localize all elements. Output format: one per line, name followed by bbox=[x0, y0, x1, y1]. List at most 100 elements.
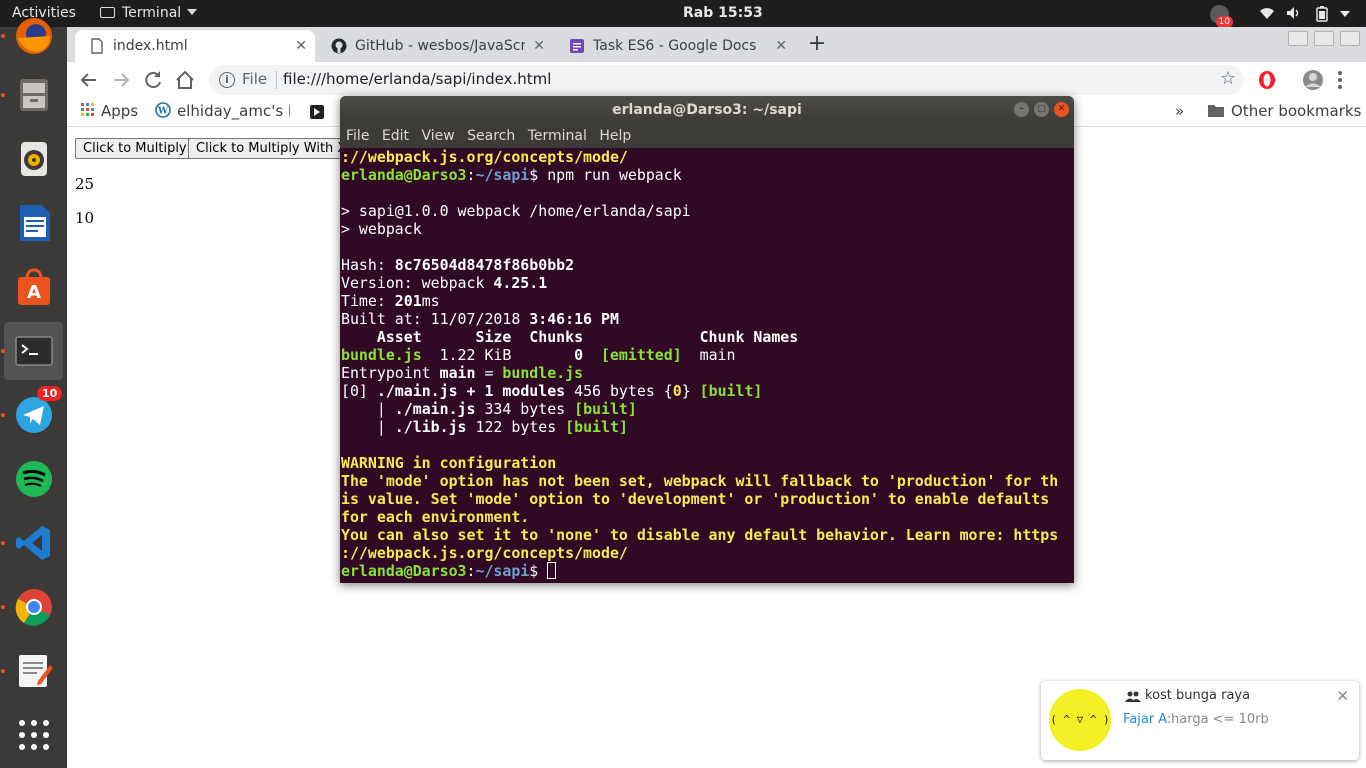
dock-telegram[interactable]: 10 bbox=[1, 386, 63, 444]
system-menu-chevron-icon[interactable] bbox=[1340, 11, 1350, 17]
menu-icon[interactable] bbox=[1337, 69, 1343, 91]
spotify-icon bbox=[16, 461, 52, 497]
dock-files[interactable] bbox=[1, 66, 63, 124]
dock-text-editor[interactable] bbox=[1, 642, 63, 700]
notification-title: kost bunga raya bbox=[1145, 688, 1251, 703]
address-bar[interactable]: i File file:///home/erlanda/sapi/index.h… bbox=[209, 65, 1244, 95]
warning-line: is value. Set 'mode' option to 'developm… bbox=[341, 490, 1050, 508]
clock[interactable]: Rab 15:53 bbox=[683, 0, 763, 27]
close-tab-icon[interactable]: ✕ bbox=[533, 30, 545, 62]
bookmark-apps[interactable]: Apps bbox=[81, 102, 138, 120]
dock-firefox[interactable] bbox=[1, 7, 63, 65]
running-indicator bbox=[1, 413, 5, 417]
bookmark-icon[interactable] bbox=[310, 105, 324, 119]
forward-icon[interactable] bbox=[109, 68, 133, 92]
terminal-icon bbox=[15, 336, 53, 366]
new-tab-button[interactable]: + bbox=[805, 30, 829, 58]
warning-line: You can also set it to 'none' to disable… bbox=[341, 526, 1059, 544]
scheme-label: File bbox=[242, 70, 268, 88]
running-indicator bbox=[1, 669, 5, 673]
notification-popup[interactable]: ( ^ ▽ ^ ) kost bunga raya Fajar A: harga… bbox=[1041, 681, 1359, 760]
svg-text:A: A bbox=[27, 282, 41, 303]
terminal-window[interactable]: erlanda@Darso3: ~/sapi – □ ✕ File Edit V… bbox=[340, 96, 1074, 583]
asset-size: 1.22 KiB bbox=[421, 346, 575, 364]
tab-index-html[interactable]: index.html ✕ bbox=[75, 30, 315, 62]
tab-google-docs[interactable]: Task ES6 - Google Docs ✕ bbox=[555, 30, 795, 62]
entry-eq: = bbox=[475, 364, 503, 382]
time-value: 201 bbox=[394, 292, 422, 310]
multiply-button[interactable]: Click to Multiply bbox=[75, 138, 195, 159]
terminal-line: Time: 201ms bbox=[341, 292, 1071, 310]
profile-avatar-icon[interactable] bbox=[1302, 69, 1324, 91]
terminal-output[interactable]: ://webpack.js.org/concepts/mode/erlanda@… bbox=[341, 148, 1071, 583]
battery-icon[interactable] bbox=[1316, 6, 1328, 22]
telegram-badge: 10 bbox=[37, 386, 63, 401]
opera-extension-icon[interactable] bbox=[1257, 70, 1277, 90]
back-icon[interactable] bbox=[77, 68, 101, 92]
page-icon bbox=[91, 38, 103, 54]
built-tag: [built] bbox=[574, 400, 637, 418]
app-menu[interactable]: Terminal bbox=[100, 0, 198, 27]
dock-rhythmbox[interactable] bbox=[4, 130, 63, 188]
menu-edit[interactable]: Edit bbox=[382, 128, 409, 144]
terminal-line: > webpack bbox=[341, 220, 422, 238]
files-icon bbox=[20, 79, 48, 111]
home-icon[interactable] bbox=[173, 68, 197, 92]
menu-view[interactable]: View bbox=[421, 128, 454, 144]
maximize-icon[interactable]: □ bbox=[1034, 102, 1049, 117]
dock-vscode[interactable] bbox=[1, 514, 63, 572]
minimize-window-button[interactable] bbox=[1288, 31, 1308, 46]
bookmark-elhiday[interactable]: Welhiday_amc's Bl bbox=[155, 102, 290, 120]
terminal-prompt-line[interactable]: erlanda@Darso3:~/sapi$ bbox=[341, 562, 1071, 580]
browser-toolbar: i File file:///home/erlanda/sapi/index.h… bbox=[67, 62, 1366, 98]
dock-software[interactable]: A bbox=[4, 258, 63, 316]
output-result-2: 10 bbox=[75, 209, 95, 227]
menu-terminal[interactable]: Terminal bbox=[528, 128, 587, 144]
dock-spotify[interactable] bbox=[4, 450, 63, 508]
software-center-icon: A bbox=[18, 268, 50, 305]
terminal-title-bar[interactable]: erlanda@Darso3: ~/sapi – □ ✕ bbox=[340, 96, 1074, 124]
close-window-button[interactable] bbox=[1340, 31, 1360, 46]
rhythmbox-icon bbox=[21, 142, 47, 176]
dock-writer[interactable] bbox=[4, 194, 63, 252]
volume-icon[interactable] bbox=[1286, 6, 1302, 20]
running-indicator bbox=[1, 349, 5, 353]
dock-chrome[interactable] bbox=[1, 578, 63, 636]
docs-icon bbox=[570, 39, 584, 53]
warning-line: ://webpack.js.org/concepts/mode/ bbox=[341, 544, 628, 562]
dock-show-apps[interactable] bbox=[4, 706, 63, 764]
tab-github[interactable]: GitHub - wesbos/JavaScri ✕ bbox=[317, 30, 553, 62]
tray-notification-icon[interactable]: 10 bbox=[1210, 5, 1233, 28]
menu-file[interactable]: File bbox=[346, 128, 369, 144]
entry-file: bundle.js bbox=[502, 364, 584, 382]
other-bookmarks[interactable]: Other bookmarks bbox=[1208, 102, 1361, 120]
menu-help[interactable]: Help bbox=[599, 128, 631, 144]
close-icon[interactable]: ✕ bbox=[1336, 687, 1349, 705]
module-name: ./main.js + 1 modules bbox=[376, 382, 566, 400]
info-icon[interactable]: i bbox=[219, 72, 235, 88]
built-label: Built at: 11/07/2018 bbox=[341, 310, 530, 328]
menu-search[interactable]: Search bbox=[467, 128, 515, 144]
bookmark-apps-label: Apps bbox=[101, 102, 139, 120]
bookmark-elhiday-label: elhiday_amc's Bl bbox=[177, 102, 290, 120]
reload-icon[interactable] bbox=[141, 68, 165, 92]
built-time: 3:46:16 PM bbox=[529, 310, 619, 328]
text-editor-icon bbox=[19, 655, 53, 687]
minimize-icon[interactable]: – bbox=[1014, 102, 1029, 117]
running-indicator bbox=[1, 605, 5, 609]
running-indicator bbox=[1, 93, 5, 97]
multiply-with-x-button[interactable]: Click to Multiply With X bbox=[188, 138, 355, 159]
dock-terminal[interactable] bbox=[1, 322, 63, 380]
close-tab-icon[interactable]: ✕ bbox=[295, 30, 307, 62]
close-tab-icon[interactable]: ✕ bbox=[775, 30, 787, 62]
wordpress-icon: W bbox=[155, 102, 171, 118]
time-unit: ms bbox=[421, 292, 440, 310]
bookmark-star-icon[interactable]: ☆ bbox=[1220, 68, 1236, 89]
close-icon[interactable]: ✕ bbox=[1054, 102, 1069, 117]
wifi-icon[interactable] bbox=[1259, 6, 1275, 20]
maximize-window-button[interactable] bbox=[1314, 31, 1334, 46]
writer-icon bbox=[20, 205, 50, 241]
url-text[interactable]: file:///home/erlanda/sapi/index.html bbox=[283, 70, 551, 88]
bookmarks-overflow-button[interactable]: » bbox=[1175, 102, 1184, 120]
